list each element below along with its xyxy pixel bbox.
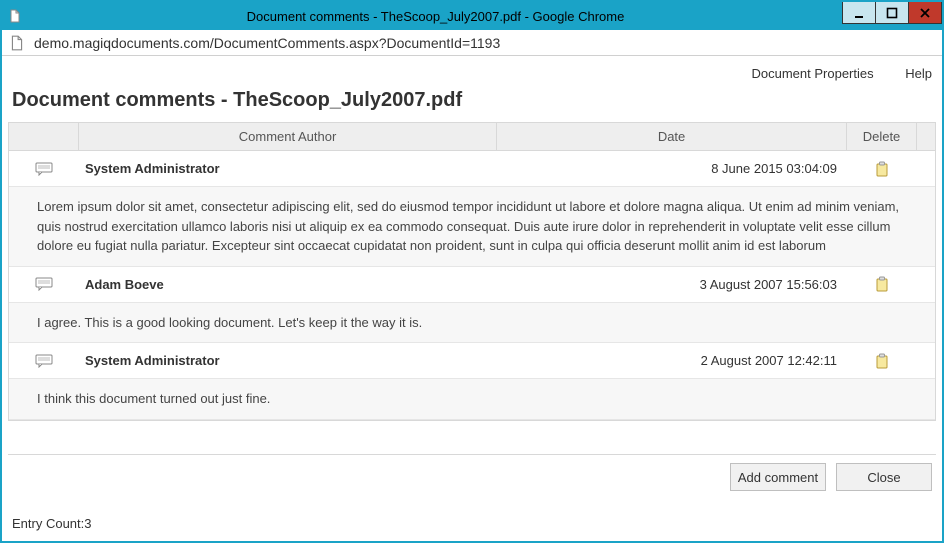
comment-icon: [9, 354, 79, 368]
grid-header-row: Comment Author Date Delete: [9, 123, 935, 151]
top-nav: Document Properties Help: [8, 58, 936, 85]
header-author[interactable]: Comment Author: [79, 123, 497, 150]
comment-body: I think this document turned out just fi…: [9, 379, 935, 420]
comments-grid: Comment Author Date Delete System Admini…: [8, 122, 936, 421]
comment-author: System Administrator: [79, 353, 492, 368]
comment-row: System Administrator8 June 2015 03:04:09: [9, 151, 935, 187]
comment-icon: [9, 277, 79, 291]
comment-date: 2 August 2007 12:42:11: [492, 353, 847, 368]
window-title: Document comments - TheScoop_July2007.pd…: [28, 9, 843, 24]
comment-icon: [9, 162, 79, 176]
file-icon: [8, 35, 26, 51]
address-bar: demo.magiqdocuments.com/DocumentComments…: [2, 30, 942, 56]
page-icon: [2, 9, 28, 23]
footer-bar: Add comment Close: [8, 454, 936, 499]
status-entry-count: Entry Count:3: [12, 516, 92, 531]
grid-rows: System Administrator8 June 2015 03:04:09…: [9, 151, 935, 420]
header-icon-col: [9, 123, 79, 150]
comment-row: Adam Boeve3 August 2007 15:56:03: [9, 267, 935, 303]
comment-author: Adam Boeve: [79, 277, 492, 292]
minimize-button[interactable]: [842, 2, 876, 24]
comment-row: System Administrator2 August 2007 12:42:…: [9, 343, 935, 379]
nav-help[interactable]: Help: [905, 66, 932, 81]
window-controls: [843, 2, 942, 24]
close-button[interactable]: Close: [836, 463, 932, 491]
delete-comment-button[interactable]: [847, 276, 917, 292]
delete-comment-button[interactable]: [847, 161, 917, 177]
nav-document-properties[interactable]: Document Properties: [752, 66, 874, 81]
page-title: Document comments - TheScoop_July2007.pd…: [12, 89, 936, 112]
header-delete[interactable]: Delete: [847, 123, 917, 150]
comment-date: 8 June 2015 03:04:09: [492, 161, 847, 176]
add-comment-button[interactable]: Add comment: [730, 463, 826, 491]
comment-body: I agree. This is a good looking document…: [9, 303, 935, 344]
delete-comment-button[interactable]: [847, 353, 917, 369]
close-window-button[interactable]: [908, 2, 942, 24]
browser-window: Document comments - TheScoop_July2007.pd…: [0, 0, 944, 543]
comment-author: System Administrator: [79, 161, 492, 176]
comment-date: 3 August 2007 15:56:03: [492, 277, 847, 292]
url-text[interactable]: demo.magiqdocuments.com/DocumentComments…: [34, 35, 500, 51]
titlebar: Document comments - TheScoop_July2007.pd…: [2, 2, 942, 30]
header-date[interactable]: Date: [497, 123, 847, 150]
comment-body: Lorem ipsum dolor sit amet, consectetur …: [9, 187, 935, 267]
page-content: Document Properties Help Document commen…: [8, 58, 936, 535]
maximize-button[interactable]: [875, 2, 909, 24]
header-scroll-gutter: [917, 123, 935, 150]
